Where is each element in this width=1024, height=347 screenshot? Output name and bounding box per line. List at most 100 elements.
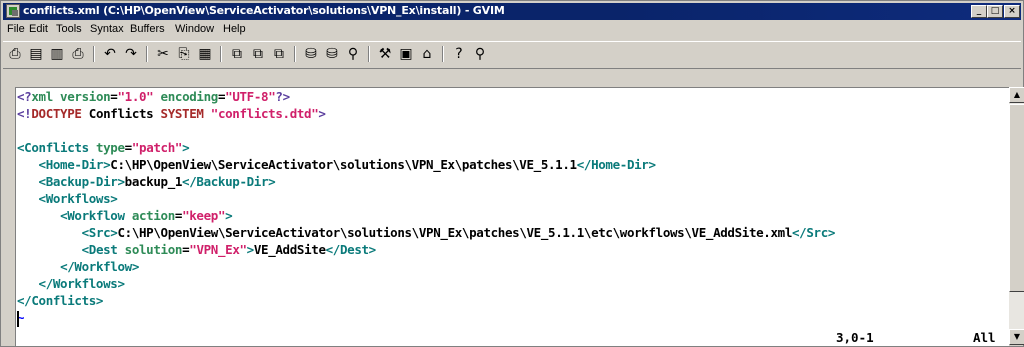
code-token: "1.0" bbox=[117, 89, 154, 104]
code-token: "UTF-8" bbox=[225, 89, 276, 104]
code-token: <Workflows> bbox=[38, 191, 118, 206]
code-token: C:\HP\OpenView\ServiceActivator\solution… bbox=[117, 225, 792, 240]
editor-line[interactable]: </Conflicts> bbox=[17, 293, 103, 309]
menu-buffers[interactable]: Buffers bbox=[130, 23, 165, 35]
code-token: solution bbox=[117, 242, 183, 257]
help-icon[interactable]: ? bbox=[450, 45, 468, 63]
code-token: <Backup-Dir> bbox=[38, 174, 125, 189]
load-session-icon[interactable]: ⛁ bbox=[302, 45, 320, 63]
code-token: </Home-Dir> bbox=[576, 157, 656, 172]
menu-window[interactable]: Window bbox=[175, 23, 214, 35]
editor-line[interactable]: <Home-Dir>C:\HP\OpenView\ServiceActivato… bbox=[17, 157, 656, 173]
menu-tools[interactable]: Tools bbox=[56, 23, 82, 35]
editor-line[interactable]: <Dest solution="VPN_Ex">VE_AddSite</Dest… bbox=[17, 242, 377, 258]
vertical-scrollbar[interactable]: ▲ ▼ bbox=[1009, 87, 1024, 345]
code-token: > bbox=[246, 242, 255, 257]
replace-icon[interactable]: ⧉ bbox=[228, 45, 246, 63]
code-token: <? bbox=[17, 89, 32, 104]
menu-syntax[interactable]: Syntax bbox=[90, 23, 124, 35]
code-token: "patch" bbox=[131, 140, 183, 155]
menu-file[interactable]: File bbox=[7, 23, 25, 35]
code-token: C:\HP\OpenView\ServiceActivator\solution… bbox=[110, 157, 577, 172]
save-all-icon[interactable]: ▥ bbox=[48, 45, 66, 63]
close-button[interactable]: × bbox=[1004, 5, 1020, 18]
code-token: </Conflicts> bbox=[17, 293, 104, 308]
editor-line[interactable]: <Workflows> bbox=[17, 191, 118, 207]
save-icon[interactable]: ▤ bbox=[27, 45, 45, 63]
paste-icon[interactable]: ▦ bbox=[196, 45, 214, 63]
cut-icon[interactable]: ✂ bbox=[154, 45, 172, 63]
shell-icon[interactable]: ▣ bbox=[397, 45, 415, 63]
code-token: <Workflow bbox=[60, 208, 125, 223]
code-token: ?> bbox=[275, 89, 290, 104]
code-token: SYSTEM bbox=[160, 106, 204, 121]
text-cursor bbox=[17, 311, 19, 327]
find-next-icon[interactable]: ⧉ bbox=[249, 45, 267, 63]
save-session-icon[interactable]: ⛁ bbox=[323, 45, 341, 63]
code-token: <Dest bbox=[81, 242, 118, 257]
code-token: <Src> bbox=[81, 225, 118, 240]
open-icon[interactable]: ⎙ bbox=[6, 45, 24, 63]
code-token: encoding bbox=[153, 89, 219, 104]
code-token: = bbox=[174, 208, 183, 223]
toolbar-separator bbox=[442, 46, 444, 62]
code-token: "conflicts.dtd" bbox=[203, 106, 319, 121]
code-token: > bbox=[318, 106, 326, 121]
code-token: > bbox=[225, 208, 233, 223]
code-token: Conflicts bbox=[81, 106, 161, 121]
redo-icon[interactable]: ↷ bbox=[122, 45, 140, 63]
code-token: xml version bbox=[31, 89, 111, 104]
code-token: <Home-Dir> bbox=[38, 157, 111, 172]
code-token: <Conflicts bbox=[17, 140, 89, 155]
code-token: action bbox=[124, 208, 175, 223]
editor-line[interactable]: </Workflows> bbox=[17, 276, 125, 292]
find-prev-icon[interactable]: ⧉ bbox=[270, 45, 288, 63]
code-token: = bbox=[124, 140, 133, 155]
scroll-thumb[interactable] bbox=[1009, 104, 1024, 292]
editor-line[interactable]: <Src>C:\HP\OpenView\ServiceActivator\sol… bbox=[17, 225, 836, 241]
make-icon[interactable]: ⚒ bbox=[376, 45, 394, 63]
editor-line[interactable]: <!DOCTYPE Conflicts SYSTEM "conflicts.dt… bbox=[17, 106, 326, 122]
gvim-app-icon[interactable] bbox=[6, 4, 20, 18]
editor-line[interactable]: </Workflow> bbox=[17, 259, 139, 275]
run-script-icon[interactable]: ⚲ bbox=[344, 45, 362, 63]
copy-icon[interactable]: ⎘ bbox=[175, 45, 193, 63]
toolbar-separator bbox=[146, 46, 148, 62]
toolbar-separator bbox=[294, 46, 296, 62]
find-help-icon[interactable]: ⚲ bbox=[471, 45, 489, 63]
menu-edit[interactable]: Edit bbox=[29, 23, 48, 35]
text-editor[interactable]: <?xml version="1.0" encoding="UTF-8"?> <!… bbox=[15, 87, 1009, 346]
code-token: "VPN_Ex" bbox=[189, 242, 247, 257]
undo-icon[interactable]: ↶ bbox=[101, 45, 119, 63]
maximize-button[interactable]: □ bbox=[987, 5, 1003, 18]
code-token: </Dest> bbox=[325, 242, 377, 257]
code-token: "keep" bbox=[182, 208, 226, 223]
toolbar-separator bbox=[220, 46, 222, 62]
editor-line[interactable]: <Backup-Dir>backup_1</Backup-Dir> bbox=[17, 174, 276, 190]
code-token: </Src> bbox=[792, 225, 836, 240]
minimize-button[interactable]: _ bbox=[971, 5, 987, 18]
code-token: </Workflows> bbox=[38, 276, 125, 291]
scroll-down-button[interactable]: ▼ bbox=[1009, 329, 1024, 345]
code-token: > bbox=[182, 140, 190, 155]
toolbar-separator bbox=[368, 46, 370, 62]
code-token: backup_1 bbox=[124, 174, 183, 189]
scroll-up-button[interactable]: ▲ bbox=[1009, 87, 1024, 103]
toolbar: ⎙ ▤ ▥ ⎙ ↶ ↷ ✂ ⎘ ▦ ⧉ ⧉ ⧉ ⛁ ⛁ ⚲ ⚒ ▣ ⌂ ? ⚲ bbox=[3, 41, 1021, 69]
cursor-position: 3,0-1 bbox=[836, 330, 874, 345]
editor-line[interactable]: <?xml version="1.0" encoding="UTF-8"?> bbox=[17, 89, 290, 105]
code-token: <! bbox=[17, 106, 32, 121]
editor-line[interactable]: <Conflicts type="patch"> bbox=[17, 140, 190, 156]
code-token: VE_AddSite bbox=[253, 242, 326, 257]
code-token: </Workflow> bbox=[60, 259, 139, 274]
scroll-position: All bbox=[973, 330, 996, 345]
menu-help[interactable]: Help bbox=[223, 23, 246, 35]
editor-line[interactable]: <Workflow action="keep"> bbox=[17, 208, 233, 224]
print-icon[interactable]: ⎙ bbox=[69, 45, 87, 63]
tags-icon[interactable]: ⌂ bbox=[418, 45, 436, 63]
title-bar[interactable]: conflicts.xml (C:\HP\OpenView\ServiceAct… bbox=[3, 3, 1021, 20]
